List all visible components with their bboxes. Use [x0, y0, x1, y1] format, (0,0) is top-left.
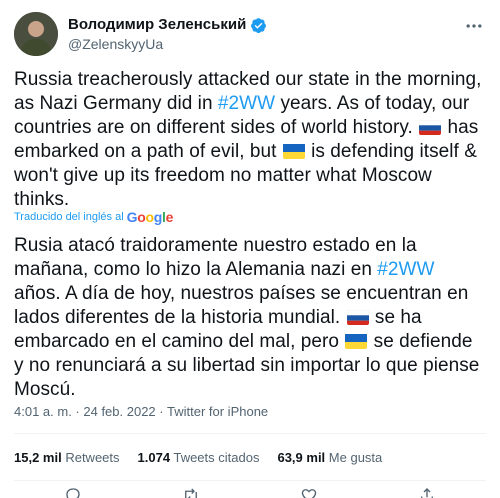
share-icon[interactable] — [418, 486, 436, 498]
ukraine-flag-icon — [282, 143, 305, 159]
tweet-text-spanish: Rusia atacó traidoramente nuestro estado… — [14, 234, 486, 402]
more-options-icon[interactable] — [464, 16, 484, 36]
tweet-date[interactable]: 24 feb. 2022 — [83, 404, 155, 419]
divider — [14, 433, 486, 434]
display-name-text[interactable]: Володимир Зеленський — [68, 16, 246, 34]
divider — [14, 480, 486, 481]
tweet-text-english: Russia treacherously attacked our state … — [14, 68, 486, 212]
tweet-time[interactable]: 4:01 a. m. — [14, 404, 72, 419]
russia-flag-icon — [419, 119, 442, 135]
hashtag-link[interactable]: #2WW — [377, 259, 434, 280]
quotes-stat[interactable]: 1.074 Tweets citados — [138, 450, 260, 465]
quotes-label: Tweets citados — [173, 450, 260, 465]
likes-count: 63,9 mil — [277, 450, 326, 465]
separator: · — [155, 404, 167, 419]
tweet-actions — [14, 486, 486, 498]
likes-stat[interactable]: 63,9 mil Me gusta — [277, 450, 382, 465]
verified-badge-icon — [251, 17, 267, 33]
google-logo: Google — [126, 209, 174, 225]
avatar[interactable] — [14, 12, 58, 56]
author-display-name[interactable]: Володимир Зеленський — [68, 16, 267, 34]
author-handle[interactable]: @ZelenskyyUa — [68, 35, 267, 53]
retweets-count: 15,2 mil — [14, 450, 62, 465]
tweet-source[interactable]: Twitter for iPhone — [167, 404, 268, 419]
retweet-icon[interactable] — [182, 486, 200, 498]
retweets-label: Retweets — [65, 450, 120, 465]
tweet-metadata: 4:01 a. m. · 24 feb. 2022 · Twitter for … — [14, 404, 268, 419]
hashtag-link[interactable]: #2WW — [218, 93, 275, 114]
russia-flag-icon — [346, 309, 369, 325]
author-names: Володимир Зеленський @ZelenskyyUa — [68, 16, 267, 53]
quotes-count: 1.074 — [137, 450, 171, 465]
likes-label: Me gusta — [328, 450, 383, 465]
ukraine-flag-icon — [345, 333, 368, 349]
translation-label: Traducido del inglés al — [14, 211, 124, 223]
retweets-stat[interactable]: 15,2 mil Retweets — [14, 450, 120, 465]
tweet-header: Володимир Зеленський @ZelenskyyUa — [14, 12, 486, 56]
translation-text-segment: Rusia atacó traidoramente nuestro estado… — [14, 235, 417, 280]
separator: · — [71, 404, 84, 419]
like-icon[interactable] — [300, 486, 318, 498]
tweet-stats: 15,2 mil Retweets 1.074 Tweets citados 6… — [14, 450, 382, 465]
reply-icon[interactable] — [64, 486, 82, 498]
translation-attribution: Traducido del inglés al Google — [14, 209, 173, 225]
